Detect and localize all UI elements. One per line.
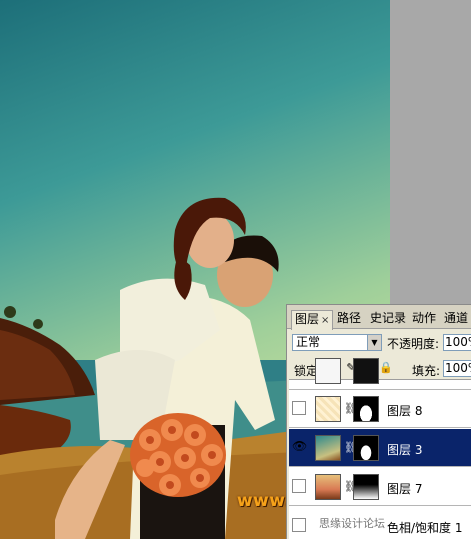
blend-mode-value: 正常 [296,335,321,349]
layer-row[interactable]: 思缘设计论坛 色相/饱和度 1 [289,507,471,539]
layer-mask-thumbnail [353,474,379,500]
tab-layers-label: 图层 [295,312,320,326]
canvas-background [390,0,471,304]
chevron-down-icon[interactable]: ▼ [367,335,381,350]
layer-thumbnail [315,474,341,500]
tab-layers[interactable]: 图层 × [291,310,334,330]
layers-list: ⛓ 图层 8 👁 ⛓ 图层 3 ⛓ 图层 7 思缘设计论坛 色相/饱和度 1 [289,358,471,539]
layer-mask-thumbnail [353,435,379,461]
watermark-forum-text: 思缘设计论坛 [319,517,385,530]
layer-thumbnail [315,358,341,384]
layer-name[interactable]: 图层 8 [387,402,422,419]
layer-thumbnail [315,435,341,461]
opacity-label: 不透明度: [387,337,440,351]
layer-row[interactable] [289,352,471,390]
opacity-input[interactable]: 100% [443,334,471,351]
panel-tab-bar: 图层 × 路径 史记录 动作 通道 [287,305,471,330]
tab-history[interactable]: 史记录 [367,310,409,329]
blend-mode-select[interactable]: 正常 ▼ [292,334,382,351]
layer-row[interactable]: ⛓ 图层 8 [289,390,471,428]
layers-panel: 图层× 路径 史记录 动作 通道 正常 ▼ 不透明度: 100% 锁定: ✎ ✥… [286,304,471,539]
visibility-toggle[interactable] [292,518,306,532]
layer-name[interactable]: 图层 3 [387,441,422,458]
layer-mask-thumbnail [353,358,379,384]
eye-icon[interactable]: 👁 [292,440,307,454]
layer-name[interactable]: 色相/饱和度 1 [387,519,463,536]
layer-name[interactable]: 图层 7 [387,480,422,497]
layer-thumbnail [315,396,341,422]
visibility-toggle[interactable] [292,401,306,415]
tab-channels[interactable]: 通道 [441,310,471,329]
tab-actions[interactable]: 动作 [409,310,439,329]
close-icon[interactable]: × [321,315,329,326]
layer-mask-thumbnail [353,396,379,422]
visibility-toggle[interactable] [292,479,306,493]
layer-row-selected[interactable]: 👁 ⛓ 图层 3 [289,429,471,467]
layer-row[interactable]: ⛓ 图层 7 [289,468,471,506]
tab-paths[interactable]: 路径 [334,310,364,329]
